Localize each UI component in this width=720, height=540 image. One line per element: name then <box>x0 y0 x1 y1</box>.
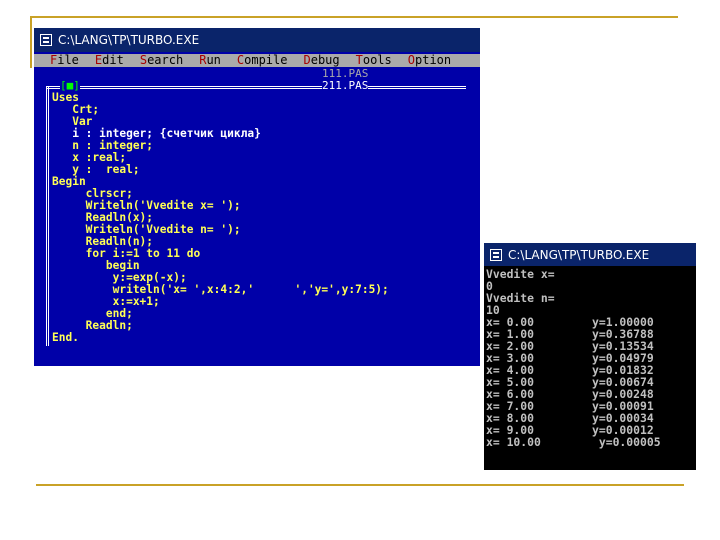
menu-option[interactable]: Option <box>392 54 451 67</box>
bottom-accent-line <box>36 484 684 486</box>
console-app-icon <box>490 248 502 261</box>
code-line: Uses <box>52 91 79 104</box>
code-editor[interactable]: Uses Crt; Var i : integer; {счетчик цикл… <box>52 92 389 344</box>
menu-hotkey: D <box>303 54 311 67</box>
console-titlebar[interactable]: C:\LANG\TP\TURBO.EXE <box>484 243 696 266</box>
code-line: Readln; <box>52 319 133 332</box>
menu-search[interactable]: Search <box>124 54 183 67</box>
top-accent-line <box>30 16 678 18</box>
menu-debug[interactable]: Debug <box>287 54 339 67</box>
menu-label: ption <box>415 54 452 67</box>
editor-frame-top <box>46 86 466 89</box>
x-value: x= 10.00 <box>486 435 541 449</box>
menu-label: ompile <box>244 54 288 67</box>
y-value: y=0.00005 <box>592 435 661 449</box>
editor-title: C:\LANG\TP\TURBO.EXE <box>58 33 200 47</box>
left-accent-line <box>30 16 32 68</box>
console-title: C:\LANG\TP\TURBO.EXE <box>508 247 650 262</box>
menu-hotkey: O <box>407 54 415 67</box>
console-output: Vvedite x= 0 Vvedite n= 10 x= 0.00 y=1.00000 x… <box>486 268 661 448</box>
console-prompt-line: Vvedite n= <box>486 291 555 305</box>
editor-frame-left <box>46 86 49 346</box>
menu-label: ebug <box>310 54 340 67</box>
menu-compile[interactable]: Compile <box>221 54 288 67</box>
menu-tools[interactable]: Tools <box>340 54 392 67</box>
menu-hotkey: T <box>355 54 363 67</box>
app-icon <box>40 34 52 46</box>
editor-titlebar[interactable]: C:\LANG\TP\TURBO.EXE <box>34 28 480 52</box>
code-line: y : real; <box>52 163 140 176</box>
menu-bar: File Edit Search Run Compile Debug Tools Option <box>34 54 480 67</box>
tab-211-pas[interactable]: 211.PAS <box>322 80 369 92</box>
menu-label: ools <box>362 54 392 67</box>
turbo-pascal-window[interactable]: C:\LANG\TP\TURBO.EXE File Edit Search Run Co… <box>34 28 480 366</box>
console-prompt-line: Vvedite x= <box>486 267 555 281</box>
menu-label: un <box>206 54 221 67</box>
console-result-row: x= 10.00 y=0.00005 <box>486 436 661 448</box>
menu-label: dit <box>102 54 124 67</box>
menu-label: ile <box>57 54 79 67</box>
menu-file[interactable]: File <box>34 54 79 67</box>
menu-label: earch <box>147 54 184 67</box>
menu-run[interactable]: Run <box>183 54 221 67</box>
console-window[interactable]: C:\LANG\TP\TURBO.EXE Vvedite x= 0 Vvedite … <box>484 243 696 470</box>
menu-hotkey: S <box>139 54 148 67</box>
code-line: Crt; <box>52 103 100 116</box>
menu-edit[interactable]: Edit <box>79 54 124 67</box>
code-line: End. <box>52 331 79 344</box>
